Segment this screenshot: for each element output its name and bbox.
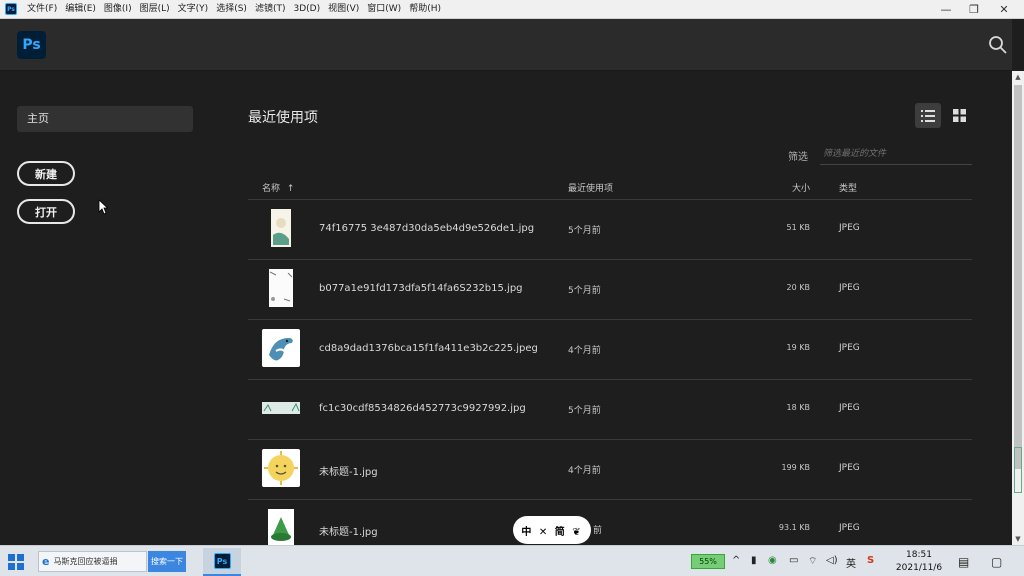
ime-toolbar[interactable]: 中 ✕ 简 ❦ xyxy=(513,516,591,544)
menu-filter[interactable]: 滤镜(T) xyxy=(251,0,290,19)
file-name: 未标题-1.jpg xyxy=(319,467,378,478)
file-thumbnail xyxy=(262,269,300,307)
notification-icon[interactable]: ▢ xyxy=(991,555,1002,569)
ie-icon: e xyxy=(42,555,50,568)
menu-type[interactable]: 文字(Y) xyxy=(174,0,213,19)
menu-3d[interactable]: 3D(D) xyxy=(289,0,324,19)
battery-icon[interactable]: ▭ xyxy=(789,555,798,566)
mouse-cursor-icon xyxy=(98,199,108,215)
filter-label: 筛选 xyxy=(788,152,808,163)
file-size: 51 KB xyxy=(786,223,810,232)
windows-start-icon[interactable] xyxy=(8,554,24,570)
wifi-icon[interactable]: ⌔ xyxy=(808,555,817,568)
file-thumbnail xyxy=(262,389,300,427)
search-icon[interactable] xyxy=(988,35,1008,55)
vertical-scrollbar[interactable]: ▲ ▼ xyxy=(1012,71,1024,545)
file-type: JPEG xyxy=(839,523,860,533)
app-tray-icon[interactable]: ◉ xyxy=(768,555,777,566)
menu-window[interactable]: 窗口(W) xyxy=(363,0,405,19)
new-button[interactable]: 新建 xyxy=(17,161,75,186)
ime-indicator[interactable]: 英 xyxy=(846,555,856,570)
file-recent: 前 xyxy=(593,526,603,536)
file-recent: 5个月前 xyxy=(568,286,601,296)
column-header-type[interactable]: 类型 xyxy=(839,181,857,194)
column-name-label: 名称 xyxy=(262,184,281,194)
file-type: JPEG xyxy=(839,463,860,473)
sogou-ime-icon[interactable]: S xyxy=(867,555,874,566)
menu-image[interactable]: 图像(I) xyxy=(100,0,136,19)
table-row[interactable]: 未标题-1.jpg 前 93.1 KB JPEG xyxy=(248,499,972,545)
file-thumbnail xyxy=(262,329,300,367)
chevron-up-icon[interactable]: ^ xyxy=(732,555,740,566)
page-title: 最近使用项 xyxy=(248,110,318,126)
restore-button[interactable]: ❐ xyxy=(960,0,988,19)
photoshop-logo[interactable]: Ps xyxy=(17,31,46,59)
file-size: 19 KB xyxy=(786,343,810,352)
column-header-size[interactable]: 大小 xyxy=(792,181,810,194)
file-recent: 5个月前 xyxy=(568,226,601,236)
clock[interactable]: 18:51 2021/11/6 xyxy=(895,549,943,575)
clock-time: 18:51 xyxy=(906,550,932,560)
usb-icon[interactable]: ▮ xyxy=(751,555,757,566)
file-name: cd8a9dad1376bca15f1fa411e3b2c225.jpeg xyxy=(319,343,538,354)
file-size: 199 KB xyxy=(781,463,810,472)
grid-view-icon[interactable] xyxy=(946,103,972,128)
scroll-up-icon[interactable]: ▲ xyxy=(1012,71,1024,83)
file-name: 未标题-1.jpg xyxy=(319,527,378,538)
volume-icon[interactable]: ◁) xyxy=(826,555,838,566)
photoshop-icon: Ps xyxy=(213,553,231,569)
file-thumbnail xyxy=(262,449,300,487)
scroll-down-icon[interactable]: ▼ xyxy=(1012,533,1024,545)
file-size: 20 KB xyxy=(786,283,810,292)
file-recent: 4个月前 xyxy=(568,466,601,476)
column-header-name[interactable]: 名称 ↑ xyxy=(262,181,294,194)
search-button[interactable]: 搜索一下 xyxy=(148,551,186,572)
battery-indicator[interactable]: 55% xyxy=(691,554,725,569)
file-recent: 5个月前 xyxy=(568,406,601,416)
file-name: b077a1e91fd173dfa5f14fa6S232b15.jpg xyxy=(319,283,523,294)
table-row[interactable]: b077a1e91fd173dfa5f14fa6S232b15.jpg 5个月前… xyxy=(248,259,972,319)
file-name: 74f16775 3e487d30da5eb4d9e526de1.jpg xyxy=(319,223,535,234)
sort-ascending-icon[interactable]: ↑ xyxy=(287,184,295,194)
file-recent: 4个月前 xyxy=(568,346,601,356)
menu-edit[interactable]: 编辑(E) xyxy=(61,0,100,19)
file-thumbnail xyxy=(262,209,300,247)
file-thumbnail xyxy=(262,509,300,545)
menu-view[interactable]: 视图(V) xyxy=(324,0,363,19)
photoshop-icon[interactable]: Ps xyxy=(5,3,17,15)
menu-bar: Ps 文件(F) 编辑(E) 图像(I) 图层(L) 文字(Y) 选择(S) 滤… xyxy=(0,0,1024,19)
file-type: JPEG xyxy=(839,343,860,353)
menu-select[interactable]: 选择(S) xyxy=(212,0,251,19)
file-type: JPEG xyxy=(839,223,860,233)
menu-help[interactable]: 帮助(H) xyxy=(405,0,445,19)
scroll-marker xyxy=(1014,447,1022,493)
menu-file[interactable]: 文件(F) xyxy=(23,0,61,19)
file-size: 93.1 KB xyxy=(778,523,810,532)
column-header-recent[interactable]: 最近使用项 xyxy=(568,181,613,194)
scrollbar-thumb[interactable] xyxy=(1014,85,1022,469)
file-type: JPEG xyxy=(839,403,860,413)
taskbar-photoshop[interactable]: Ps xyxy=(203,548,241,576)
file-size: 18 KB xyxy=(786,403,810,412)
filter-input[interactable] xyxy=(820,143,972,165)
clock-date: 2021/11/6 xyxy=(895,563,943,573)
file-name: fc1c30cdf8534826d452773c9927992.jpg xyxy=(319,403,526,414)
open-button[interactable]: 打开 xyxy=(17,199,75,224)
table-row[interactable]: cd8a9dad1376bca15f1fa411e3b2c225.jpeg 4个… xyxy=(248,319,972,379)
list-view-icon[interactable] xyxy=(915,103,941,128)
close-button[interactable]: ✕ xyxy=(990,0,1018,19)
menu-layer[interactable]: 图层(L) xyxy=(136,0,174,19)
app-header: Ps xyxy=(0,19,1012,71)
taskbar: e 马斯克回应被逼捐 搜索一下 Ps 55% ^ ▮ ◉ ▭ ⌔ ◁) 英 S … xyxy=(0,545,1024,576)
table-row[interactable]: 74f16775 3e487d30da5eb4d9e526de1.jpg 5个月… xyxy=(248,199,972,259)
notes-icon[interactable]: ▤ xyxy=(958,555,969,569)
minimize-button[interactable]: — xyxy=(932,0,960,19)
table-row[interactable]: 未标题-1.jpg 4个月前 199 KB JPEG xyxy=(248,439,972,499)
sidebar-item-home[interactable]: 主页 xyxy=(17,106,193,132)
browser-search-box[interactable]: e 马斯克回应被逼捐 xyxy=(38,551,147,572)
browser-search-text: 马斯克回应被逼捐 xyxy=(53,557,118,566)
file-type: JPEG xyxy=(839,283,860,293)
table-row[interactable]: fc1c30cdf8534826d452773c9927992.jpg 5个月前… xyxy=(248,379,972,439)
